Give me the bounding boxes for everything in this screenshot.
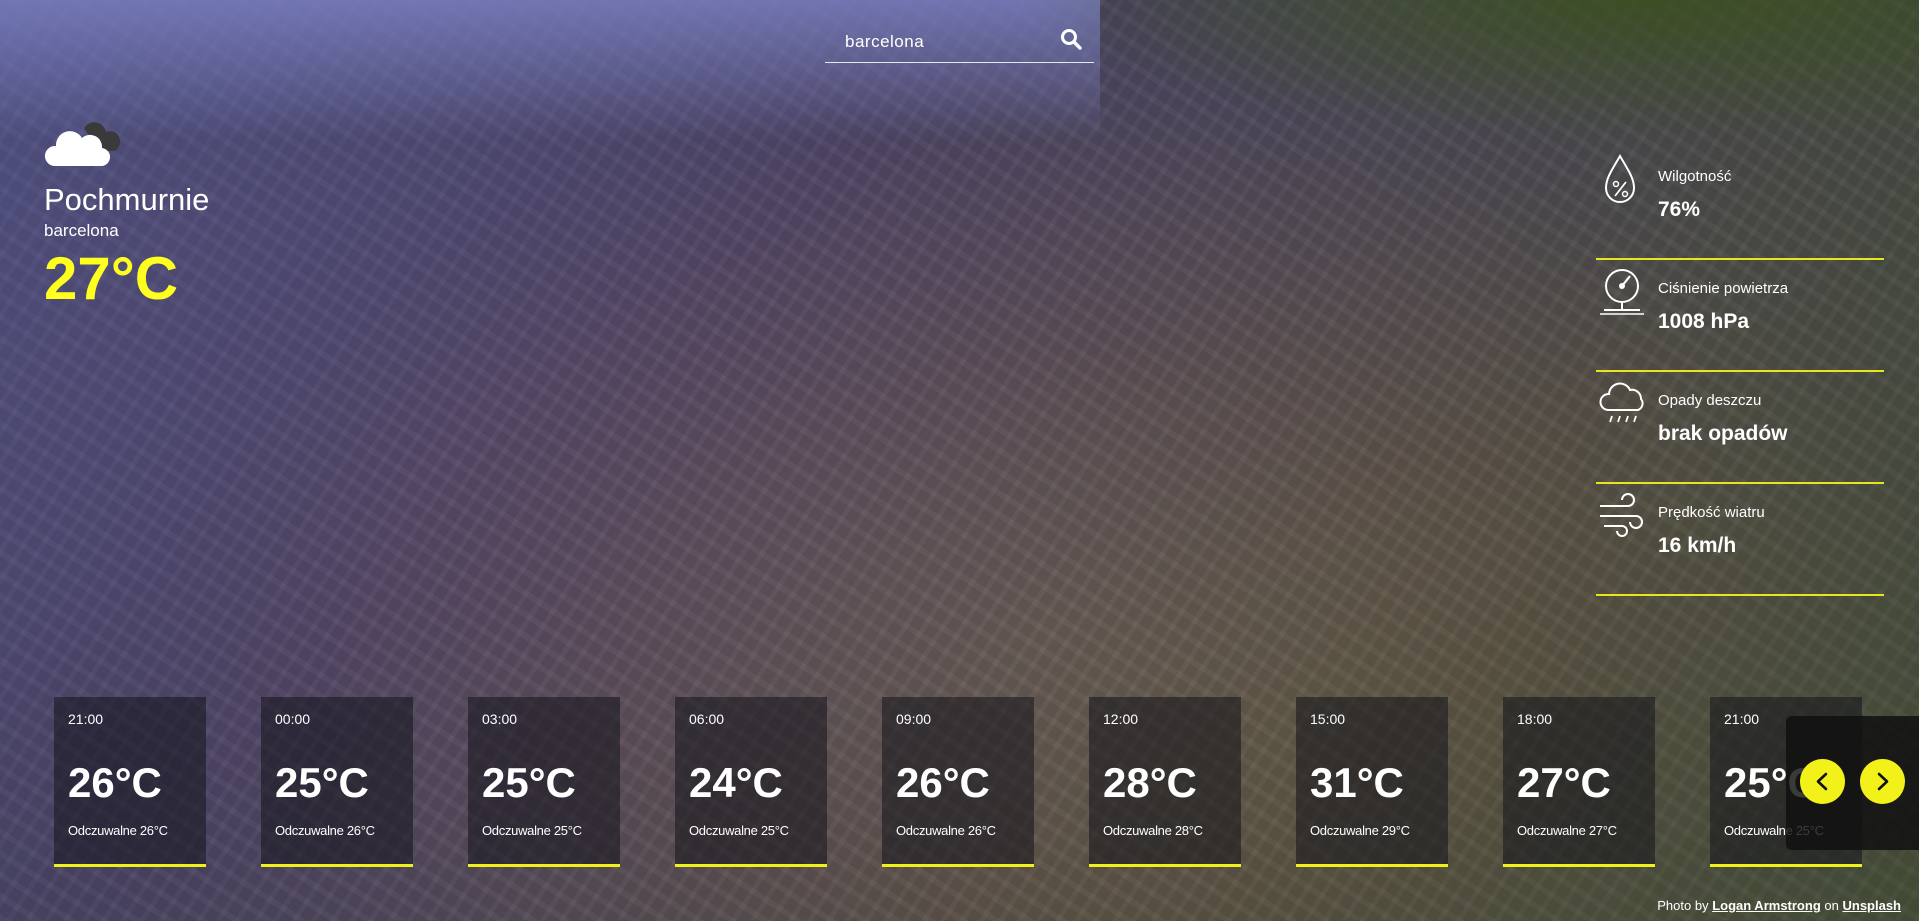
detail-value: brak opadów [1658,422,1788,445]
detail-wind: Prędkość wiatru 16 km/h [1596,484,1884,596]
weather-details: Wilgotność 76% Ciśnienie powietrza 1008 … [1596,148,1884,596]
city-label: barcelona [44,221,119,240]
forecast-card: 12:00 28°C Odczuwalne 28°C [1089,697,1241,867]
forecast-card: 21:00 26°C Odczuwalne 26°C [54,697,206,867]
search-bar [825,22,1094,63]
detail-value: 16 km/h [1658,534,1737,557]
rain-cloud-icon [1599,382,1644,423]
forecast-hour: 06:00 [689,711,725,727]
detail-label: Opady deszczu [1658,392,1762,409]
barometer-icon [1600,269,1644,315]
forecast-card: 00:00 25°C Odczuwalne 26°C [261,697,413,867]
forecast-card: 06:00 24°C Odczuwalne 25°C [675,697,827,867]
wind-icon [1600,493,1643,537]
forecast-feels-like: Odczuwalne 25°C [482,823,582,838]
forecast-feels-like: Odczuwalne 26°C [68,823,168,838]
forecast-hour: 15:00 [1310,711,1346,727]
photo-credit: Photo by Logan Armstrong on Unsplash [1657,898,1901,913]
forecast-hour: 21:00 [1724,711,1760,727]
forecast-temperature: 25°C [482,759,576,806]
forecast-card: 18:00 27°C Odczuwalne 27°C [1503,697,1655,867]
detail-label: Wilgotność [1658,168,1732,185]
detail-label: Prędkość wiatru [1658,504,1765,521]
hourly-forecast: 21:00 26°C Odczuwalne 26°C 00:00 25°C Od… [54,697,1919,869]
forecast-hour: 12:00 [1103,711,1139,727]
humidity-drop-icon [1604,153,1636,203]
forecast-hour: 03:00 [482,711,518,727]
forecast-feels-like: Odczuwalne 25°C [689,823,789,838]
forecast-navigation [1786,716,1919,850]
detail-pressure: Ciśnienie powietrza 1008 hPa [1596,260,1884,372]
current-temperature: 27°C [44,245,179,312]
forecast-temperature: 28°C [1103,759,1197,806]
search-button[interactable] [1060,28,1086,54]
forecast-card: 15:00 31°C Odczuwalne 29°C [1296,697,1448,867]
prev-button[interactable] [1800,759,1845,804]
forecast-hour: 21:00 [68,711,104,727]
forecast-temperature: 25°C [275,759,369,806]
current-weather: Pochmurnie barcelona 27°C [44,118,209,309]
chevron-right-icon [1877,772,1889,791]
detail-label: Ciśnienie powietrza [1658,280,1789,297]
search-icon [1061,29,1082,50]
credit-on: on [1824,898,1839,913]
detail-value: 76% [1658,198,1701,221]
forecast-feels-like: Odczuwalne 28°C [1103,823,1203,838]
forecast-feels-like: Odczuwalne 26°C [275,823,375,838]
forecast-feels-like: Odczuwalne 26°C [896,823,996,838]
forecast-temperature: 24°C [689,759,783,806]
detail-humidity: Wilgotność 76% [1596,148,1884,260]
cloud-icon [44,122,121,167]
forecast-hour: 18:00 [1517,711,1553,727]
forecast-temperature: 26°C [896,759,990,806]
author-link[interactable]: Logan Armstrong [1712,898,1821,913]
forecast-card: 03:00 25°C Odczuwalne 25°C [468,697,620,867]
forecast-feels-like: Odczuwalne 29°C [1310,823,1410,838]
forecast-temperature: 31°C [1310,759,1404,806]
condition-label: Pochmurnie [44,182,210,217]
forecast-card: 09:00 26°C Odczuwalne 26°C [882,697,1034,867]
detail-rain: Opady deszczu brak opadów [1596,372,1884,484]
forecast-hour: 00:00 [275,711,311,727]
forecast-temperature: 27°C [1517,759,1611,806]
chevron-left-icon [1816,772,1828,791]
credit-prefix: Photo by [1657,898,1709,913]
background-hill [1019,0,1919,140]
search-input[interactable] [843,28,1047,56]
unsplash-link[interactable]: Unsplash [1842,898,1901,913]
forecast-hour: 09:00 [896,711,932,727]
forecast-feels-like: Odczuwalne 27°C [1517,823,1617,838]
next-button[interactable] [1860,759,1905,804]
forecast-temperature: 26°C [68,759,162,806]
detail-value: 1008 hPa [1658,310,1750,333]
